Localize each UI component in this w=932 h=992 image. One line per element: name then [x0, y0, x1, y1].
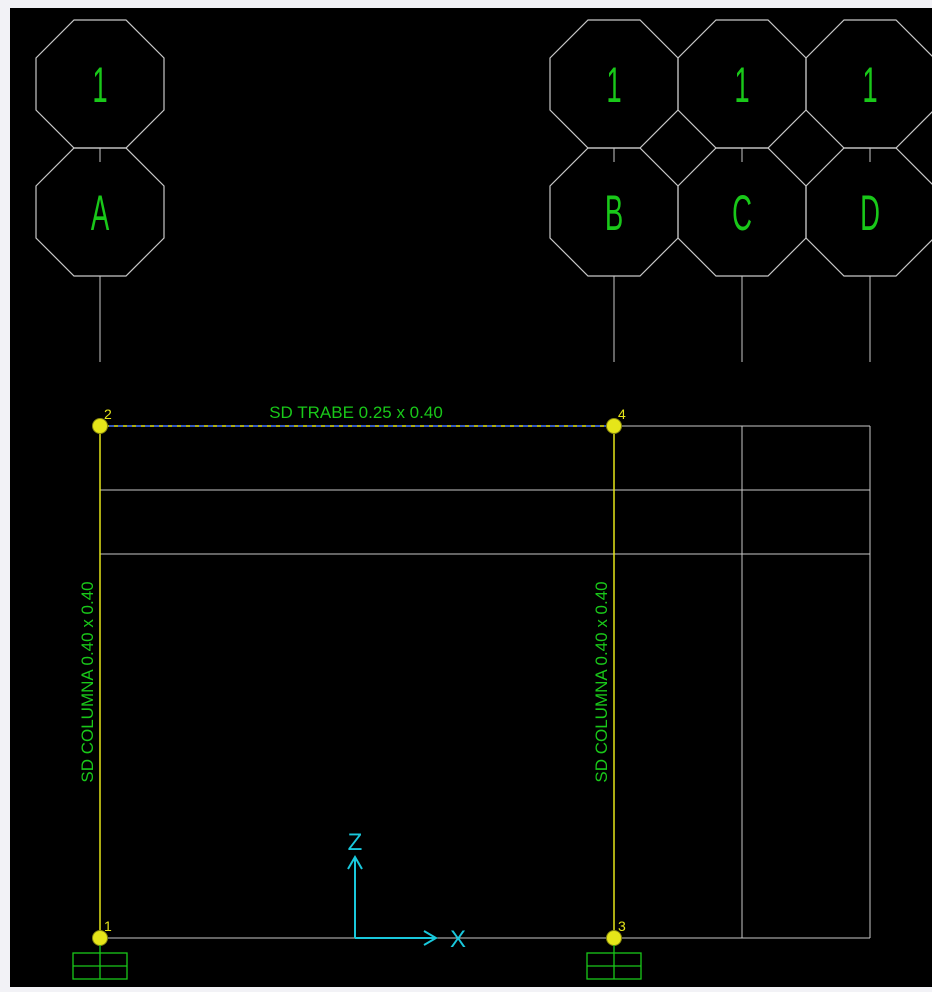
joint-label-4: 4 — [618, 406, 626, 422]
level-label-a: 1 — [92, 56, 107, 113]
drawing-canvas — [10, 8, 932, 987]
column-label-c: C — [732, 184, 752, 241]
column-label-right: SD COLUMNA 0.40 x 0.40 — [592, 581, 611, 782]
level-label-d: 1 — [862, 56, 877, 113]
column-label-b: B — [605, 184, 623, 241]
level-label-b: 1 — [606, 56, 621, 113]
joint-label-1: 1 — [104, 918, 112, 934]
joint-label-3: 3 — [618, 918, 626, 934]
column-label-left: SD COLUMNA 0.40 x 0.40 — [78, 581, 97, 782]
column-label-a: A — [91, 184, 109, 241]
level-label-c: 1 — [734, 56, 749, 113]
model-viewport[interactable]: 1 1 1 1 A B C D SD TRABE 0.25 x 0.40 SD … — [0, 0, 932, 987]
x-axis-label: X — [450, 926, 466, 953]
beam-label: SD TRABE 0.25 x 0.40 — [269, 403, 443, 422]
joint-label-2: 2 — [104, 406, 112, 422]
elevation-view: 1 1 1 1 A B C D SD TRABE 0.25 x 0.40 SD … — [0, 0, 932, 987]
z-axis-label: Z — [348, 829, 363, 856]
column-label-d: D — [860, 184, 880, 241]
